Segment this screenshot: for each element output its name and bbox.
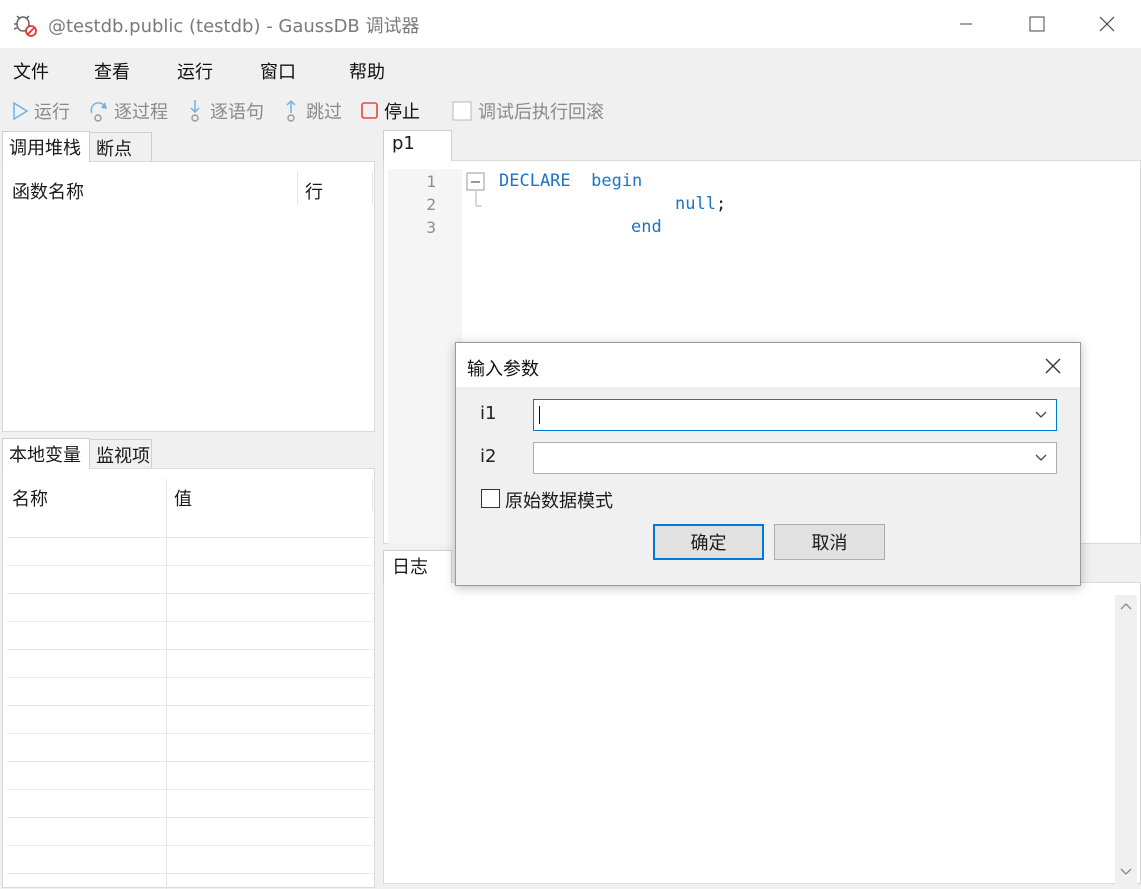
menu-window[interactable]: 窗口 xyxy=(260,58,296,84)
step-into-icon xyxy=(190,100,200,122)
input-parameters-dialog: 输入参数 i1 i2 原始数据模式 确定 取消 xyxy=(455,342,1081,586)
column-divider[interactable] xyxy=(166,479,167,889)
raw-data-mode-label[interactable]: 原始数据模式 xyxy=(505,487,613,513)
dialog-title-bar xyxy=(456,343,1080,387)
param-label-i2: i2 xyxy=(480,446,497,467)
call-stack-panel: 函数名称 行 xyxy=(2,161,375,432)
close-button[interactable] xyxy=(1084,8,1130,40)
dialog-title: 输入参数 xyxy=(467,359,539,380)
tab-call-stack[interactable]: 调用堆栈 xyxy=(2,131,90,162)
bug-debug-icon xyxy=(12,12,38,38)
code-line-3: end xyxy=(631,217,662,237)
grid-row xyxy=(7,761,373,762)
line-number: 1 xyxy=(426,172,436,191)
step-into-label: 逐语句 xyxy=(210,102,264,123)
param-input-i2[interactable] xyxy=(534,443,1014,473)
ok-button[interactable]: 确定 xyxy=(653,524,764,560)
cancel-button[interactable]: 取消 xyxy=(774,524,885,560)
chevron-down-icon[interactable] xyxy=(1034,452,1048,464)
tab-local-variables[interactable]: 本地变量 xyxy=(2,438,90,469)
step-out-label: 跳过 xyxy=(306,102,342,123)
tab-watch[interactable]: 监视项 xyxy=(89,439,152,469)
tab-breakpoints[interactable]: 断点 xyxy=(89,132,152,162)
window-title: @testdb.public (testdb) - GaussDB 调试器 xyxy=(48,16,420,37)
checkbox-icon xyxy=(452,101,472,121)
step-into-button[interactable]: 逐语句 xyxy=(186,97,264,125)
grid-row xyxy=(7,873,373,874)
raw-data-mode-checkbox[interactable] xyxy=(481,489,500,508)
code-line-1: DECLARE begin xyxy=(499,171,643,191)
log-scrollbar[interactable] xyxy=(1115,595,1137,885)
stop-label: 停止 xyxy=(384,102,420,123)
column-divider[interactable] xyxy=(297,172,298,204)
grid-row xyxy=(7,593,373,594)
step-over-label: 逐过程 xyxy=(114,102,168,123)
code-line-2: null; xyxy=(675,194,726,214)
col-line[interactable]: 行 xyxy=(305,178,323,204)
grid-row xyxy=(7,845,373,846)
stop-icon xyxy=(361,102,378,119)
rollback-checkbox[interactable]: 调试后执行回滚 xyxy=(452,97,604,125)
menu-view[interactable]: 查看 xyxy=(94,58,130,84)
run-button[interactable]: 运行 xyxy=(10,97,70,125)
menu-help[interactable]: 帮助 xyxy=(349,58,385,84)
run-label: 运行 xyxy=(34,102,70,123)
grid-row xyxy=(7,621,373,622)
param-combo-i1[interactable] xyxy=(533,399,1057,431)
step-out-button[interactable]: 跳过 xyxy=(282,97,342,125)
log-panel[interactable] xyxy=(383,582,1141,885)
stop-button[interactable]: 停止 xyxy=(360,97,420,125)
semicolon: ; xyxy=(715,194,727,214)
scroll-down-icon[interactable] xyxy=(1120,867,1132,877)
minimize-button[interactable] xyxy=(943,8,989,40)
tab-log[interactable]: 日志 xyxy=(383,550,452,583)
menu-bar xyxy=(0,48,1141,92)
fold-minus-icon[interactable] xyxy=(466,172,486,215)
col-function-name[interactable]: 函数名称 xyxy=(12,178,84,204)
close-icon xyxy=(1045,358,1061,374)
chevron-down-icon[interactable] xyxy=(1034,409,1048,421)
local-variables-panel: 名称 值 xyxy=(2,468,375,889)
play-icon xyxy=(13,101,29,121)
grid-row xyxy=(7,789,373,790)
scroll-up-icon[interactable] xyxy=(1120,601,1132,611)
grid-row xyxy=(7,705,373,706)
grid-row xyxy=(7,649,373,650)
step-out-icon xyxy=(286,99,296,122)
grid-row xyxy=(7,733,373,734)
grid-row xyxy=(7,537,373,538)
column-divider xyxy=(372,172,373,204)
param-input-i1[interactable] xyxy=(534,400,1014,430)
keyword-null: null xyxy=(675,194,716,214)
line-number: 2 xyxy=(426,195,436,214)
step-over-button[interactable]: 逐过程 xyxy=(88,97,168,125)
grid-row xyxy=(7,817,373,818)
grid-row xyxy=(7,565,373,566)
line-number: 3 xyxy=(426,218,436,237)
close-icon xyxy=(1099,16,1115,32)
minimize-icon xyxy=(960,23,972,25)
column-divider xyxy=(372,479,373,511)
col-name[interactable]: 名称 xyxy=(12,485,48,511)
step-over-icon xyxy=(90,102,107,122)
param-label-i1: i1 xyxy=(480,403,497,424)
rollback-label: 调试后执行回滚 xyxy=(478,102,604,123)
dialog-close-button[interactable] xyxy=(1040,353,1066,379)
tab-p1[interactable]: p1 xyxy=(383,130,452,161)
col-value[interactable]: 值 xyxy=(174,485,192,511)
grid-row xyxy=(7,677,373,678)
text-caret xyxy=(539,406,540,424)
maximize-button[interactable] xyxy=(1014,8,1060,40)
menu-file[interactable]: 文件 xyxy=(13,58,49,84)
maximize-icon xyxy=(1029,16,1045,32)
menu-run[interactable]: 运行 xyxy=(177,58,213,84)
param-combo-i2[interactable] xyxy=(533,442,1057,474)
